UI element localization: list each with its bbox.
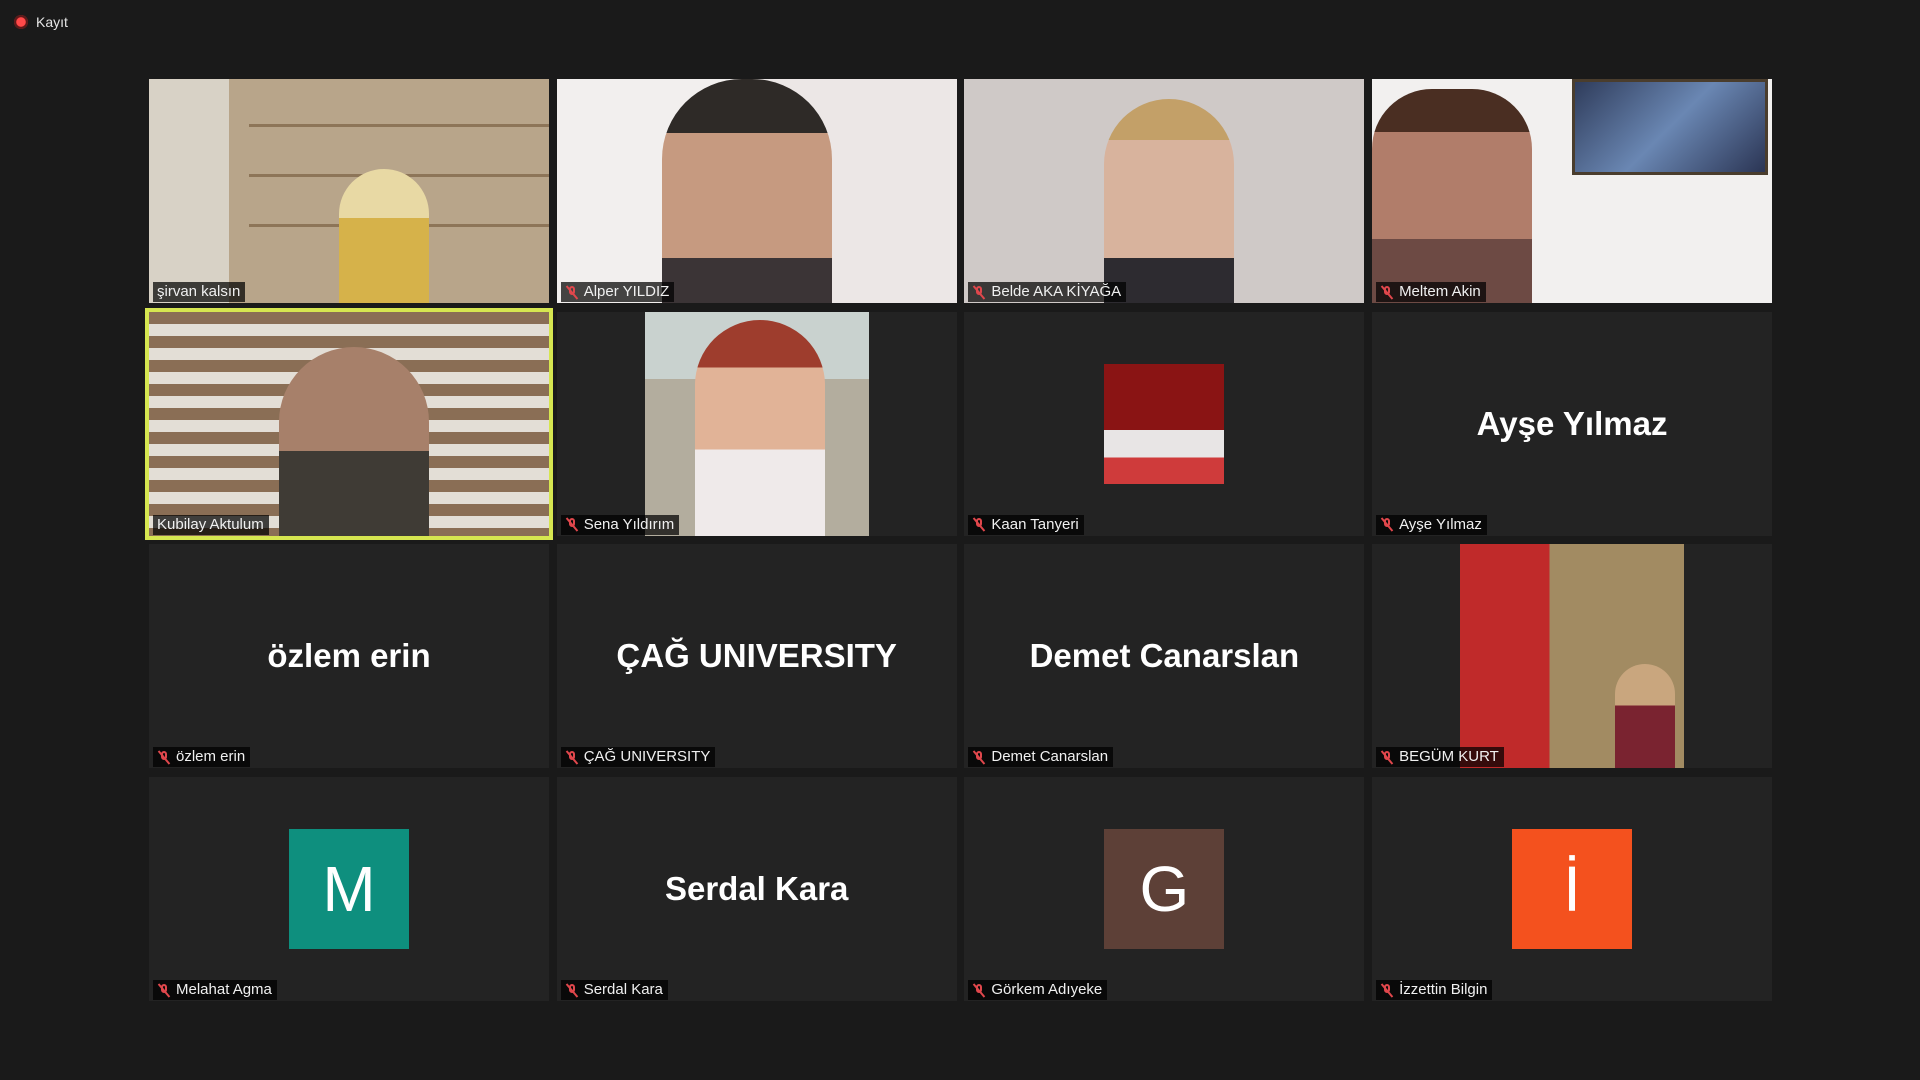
participant-tile[interactable]: Meltem Akin	[1372, 79, 1773, 303]
participant-name: özlem erin	[176, 748, 246, 766]
participant-name-tag: BEGÜM KURT	[1376, 747, 1504, 768]
participant-tile[interactable]: Sena Yıldırım	[556, 311, 957, 536]
muted-microphone-icon	[565, 750, 579, 765]
muted-microphone-icon	[1380, 517, 1394, 532]
participant-name-tag: Meltem Akin	[1376, 282, 1486, 302]
participant-name-tag: Görkem Adıyeke	[968, 980, 1108, 1001]
participant-grid: şirvan kalsın Alper YILDIZ Belde AKA KİY…	[149, 79, 1773, 1002]
participant-photo	[1460, 544, 1685, 769]
participant-name: Alper YILDIZ	[583, 283, 670, 300]
participant-video	[149, 79, 549, 303]
participant-name: Belde AKA KİYAĞA	[991, 283, 1122, 300]
participant-name-tag: Ayşe Yılmaz	[1376, 514, 1487, 535]
participant-name: Serdal Kara	[583, 981, 663, 999]
participant-name-tag: şirvan kalsın	[153, 282, 246, 302]
participant-name-tag: Serdal Kara	[560, 980, 668, 1001]
muted-microphone-icon	[565, 983, 579, 998]
participant-name-tag: Sena Yıldırım	[560, 514, 680, 535]
muted-microphone-icon	[565, 517, 579, 532]
muted-microphone-icon	[972, 750, 986, 765]
muted-microphone-icon	[972, 517, 986, 532]
participant-name-tag: Kubilay Aktulum	[153, 514, 269, 535]
muted-microphone-icon	[565, 285, 579, 300]
participant-tile[interactable]: Belde AKA KİYAĞA	[964, 79, 1365, 303]
recording-label: Kayıt	[36, 14, 68, 30]
participant-name: ÇAĞ UNIVERSITY	[583, 748, 711, 766]
participant-name: İzzettin Bilgin	[1399, 981, 1488, 999]
participant-name-tag: ÇAĞ UNIVERSITY	[560, 747, 716, 768]
recording-icon	[14, 15, 28, 29]
participant-video	[964, 79, 1365, 303]
participant-display-name: ÇAĞ UNIVERSITY	[616, 637, 897, 675]
participant-tile[interactable]: Kaan Tanyeri	[964, 311, 1365, 536]
participant-photo	[1104, 363, 1225, 484]
participant-tile[interactable]: Ayşe Yılmaz Ayşe Yılmaz	[1372, 311, 1773, 536]
participant-name: Ayşe Yılmaz	[1399, 515, 1482, 533]
participant-tile[interactable]: BEGÜM KURT	[1372, 544, 1773, 769]
participant-tile-active-speaker[interactable]: Kubilay Aktulum	[149, 311, 549, 536]
participant-tile[interactable]: Demet Canarslan Demet Canarslan	[964, 544, 1365, 769]
muted-microphone-icon	[1380, 983, 1394, 998]
participant-display-name: Ayşe Yılmaz	[1476, 404, 1668, 442]
participant-tile[interactable]: Alper YILDIZ	[556, 79, 957, 303]
participant-name-tag: Belde AKA KİYAĞA	[968, 282, 1127, 302]
participant-video	[149, 311, 549, 536]
participant-tile[interactable]: M Melahat Agma	[149, 777, 549, 1002]
participant-name: Görkem Adıyeke	[991, 981, 1103, 999]
muted-microphone-icon	[972, 285, 986, 300]
participant-video	[1372, 79, 1773, 303]
muted-microphone-icon	[972, 983, 986, 998]
muted-microphone-icon	[157, 983, 171, 998]
participant-video	[556, 79, 957, 303]
muted-microphone-icon	[157, 750, 171, 765]
muted-microphone-icon	[1380, 285, 1394, 300]
participant-name: Sena Yıldırım	[583, 515, 675, 533]
participant-name-tag: özlem erin	[153, 747, 251, 768]
participant-avatar: İ	[1512, 829, 1633, 950]
participant-display-name: özlem erin	[267, 637, 431, 675]
participant-tile[interactable]: ÇAĞ UNIVERSITY ÇAĞ UNIVERSITY	[556, 544, 957, 769]
participant-avatar: M	[289, 829, 409, 950]
participant-name-tag: İzzettin Bilgin	[1376, 980, 1493, 1001]
participant-tile[interactable]: Serdal Kara Serdal Kara	[556, 777, 957, 1002]
participant-name-tag: Demet Canarslan	[968, 747, 1114, 768]
participant-tile[interactable]: özlem erin özlem erin	[149, 544, 549, 769]
recording-indicator[interactable]: Kayıt	[14, 14, 68, 30]
participant-tile[interactable]: şirvan kalsın	[149, 79, 549, 303]
participant-display-name: Demet Canarslan	[1029, 637, 1300, 675]
participant-name: Melahat Agma	[176, 981, 272, 999]
participant-name: Kubilay Aktulum	[157, 515, 264, 533]
participant-tile[interactable]: G Görkem Adıyeke	[964, 777, 1365, 1002]
participant-name: Kaan Tanyeri	[991, 515, 1079, 533]
participant-display-name: Serdal Kara	[664, 870, 849, 908]
participant-name-tag: Melahat Agma	[153, 980, 277, 1001]
participant-photo	[644, 311, 869, 536]
participant-name-tag: Kaan Tanyeri	[968, 514, 1084, 535]
participant-name-tag: Alper YILDIZ	[560, 282, 675, 302]
participant-name: BEGÜM KURT	[1399, 748, 1499, 766]
participant-tile[interactable]: İ İzzettin Bilgin	[1372, 777, 1773, 1002]
participant-name: Meltem Akin	[1399, 283, 1481, 300]
participant-avatar: G	[1104, 829, 1225, 950]
participant-name: şirvan kalsın	[157, 283, 241, 300]
participant-name: Demet Canarslan	[991, 748, 1109, 766]
muted-microphone-icon	[1380, 750, 1394, 765]
